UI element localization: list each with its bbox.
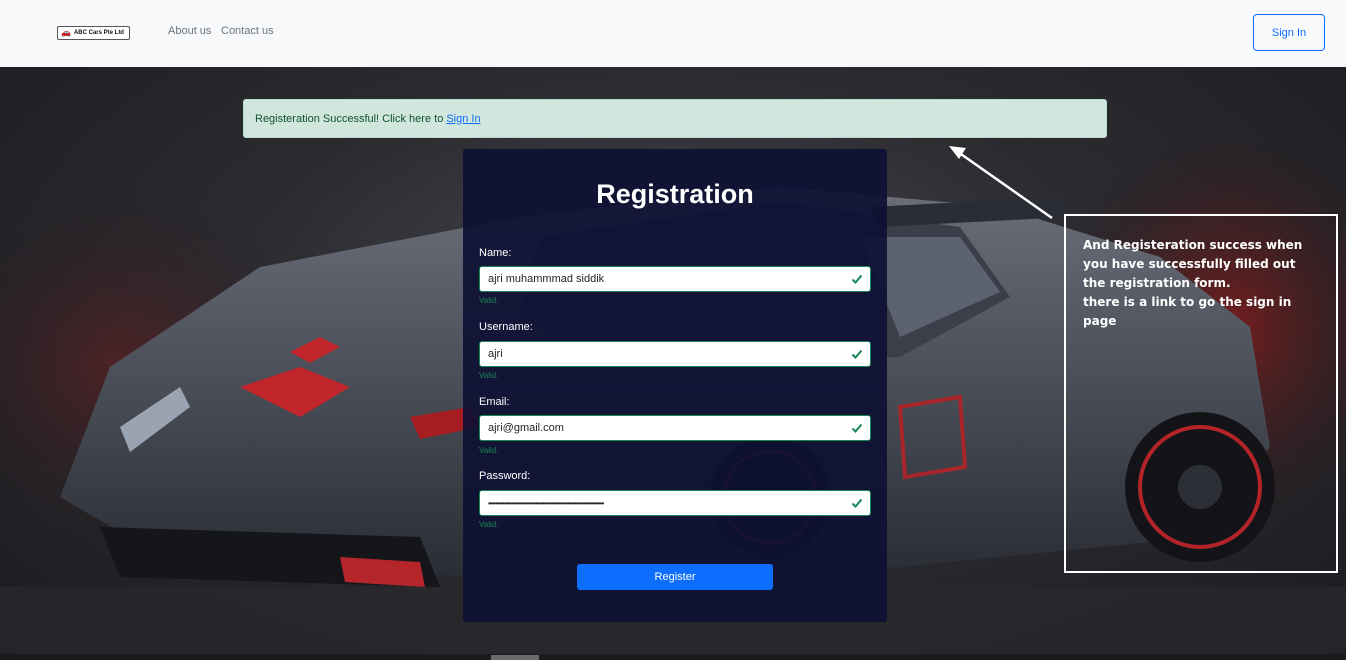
username-valid-feedback: Valid. — [479, 371, 499, 380]
registration-form-card: Registration Name: Valid. Username: Vali… — [463, 149, 887, 622]
email-label: Email: — [479, 396, 510, 408]
registration-success-alert: Registeration Successful! Click here to … — [243, 99, 1107, 138]
register-button[interactable]: Register — [577, 564, 773, 590]
password-valid-feedback: Valid. — [479, 520, 499, 529]
nav-link-about-us[interactable]: About us — [168, 25, 211, 37]
name-valid-feedback: Valid. — [479, 296, 499, 305]
username-input[interactable] — [479, 341, 871, 367]
top-navbar: 🚗 ABC Cars Pte Ltd About us Contact us S… — [0, 0, 1346, 67]
annotation-box: And Registeration success when you have … — [1064, 214, 1338, 573]
bottom-scroll-strip — [0, 654, 1346, 660]
check-icon — [851, 423, 863, 433]
username-label: Username: — [479, 321, 533, 333]
form-title: Registration — [596, 179, 754, 209]
brand-name: ABC Cars Pte Ltd — [73, 30, 124, 36]
nav-link-contact-us[interactable]: Contact us — [221, 25, 274, 37]
annotation-text: And Registeration success when you have … — [1083, 238, 1303, 328]
name-input[interactable] — [479, 266, 871, 292]
name-label: Name: — [479, 247, 512, 259]
alert-sign-in-link[interactable]: Sign In — [446, 113, 480, 125]
password-input[interactable] — [479, 490, 871, 516]
check-icon — [851, 349, 863, 359]
car-icon: 🚗 — [61, 28, 71, 37]
check-icon — [851, 274, 863, 284]
brand-logo[interactable]: 🚗 ABC Cars Pte Ltd — [57, 26, 130, 40]
alert-message: Registeration Successful! Click here to — [255, 112, 444, 125]
scrollbar-thumb[interactable] — [491, 655, 539, 660]
email-valid-feedback: Valid. — [479, 446, 499, 455]
check-icon — [851, 498, 863, 508]
password-label: Password: — [479, 470, 531, 482]
email-input[interactable] — [479, 415, 871, 441]
sign-in-button[interactable]: Sign In — [1253, 14, 1325, 51]
